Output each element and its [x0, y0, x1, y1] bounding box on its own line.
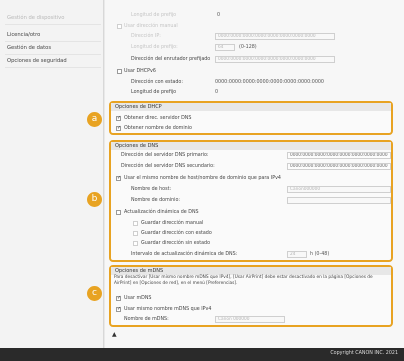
dns-primary-field[interactable]: 0000:0000:0000:0000:0000:0000:0000:0000: [287, 152, 391, 159]
same-mdns-name-checkbox[interactable]: ✓: [116, 307, 121, 312]
sidebar-item-device-management[interactable]: Gestión de dispositivo: [5, 12, 101, 25]
router-field[interactable]: 0000:0000:0000:0000:0000:0000:0000:0000: [215, 56, 335, 63]
prefix-range: (0-128): [239, 45, 257, 50]
ip-address-label: Dirección IP:: [131, 34, 161, 39]
dns-secondary-label: Dirección del servidor DNS secundario:: [121, 164, 215, 169]
dns-primary-label: Dirección del servidor DNS primario:: [121, 153, 209, 158]
save-stateless-checkbox[interactable]: [133, 241, 138, 246]
interval-label: Intervalo de actualización dinámica de D…: [131, 252, 238, 257]
dhcp-section-title: Opciones de DHCP: [111, 103, 391, 111]
same-host-label: Usar el mismo nombre de host/nombre de d…: [124, 176, 281, 181]
save-manual-label: Guardar dirección manual: [141, 221, 204, 226]
copyright-text: Copyright CANON INC. 2021: [330, 351, 398, 356]
interval-field[interactable]: 24: [287, 251, 307, 258]
use-mdns-checkbox[interactable]: ✓: [116, 296, 121, 301]
callout-badge-b: b: [87, 192, 102, 207]
obtain-dns-label: Obtener direc. servidor DNS: [124, 116, 192, 121]
prefix-label: Longitud de prefijo:: [131, 45, 178, 50]
dns-section-title: Opciones de DNS: [111, 142, 391, 150]
save-manual-checkbox[interactable]: [133, 221, 138, 226]
prefix-top-value: 0: [217, 13, 221, 18]
router-label: Dirección del enrutador prefijado: [131, 57, 211, 62]
callout-badge-c: c: [87, 286, 102, 301]
interval-unit: h (0-48): [310, 252, 330, 257]
domain-name-field[interactable]: [287, 197, 391, 204]
obtain-domain-label: Obtener nombre de dominio: [124, 126, 192, 131]
mdns-name-label: Nombre de mDNS:: [124, 317, 169, 322]
dhcpv6-label: Usar DHCPv6: [124, 69, 156, 74]
status-address-value: 0000:0000:0000:0000:0000:0000:0000:0000: [215, 80, 324, 85]
domain-name-label: Nombre de dominio:: [131, 198, 181, 203]
host-name-label: Nombre de host:: [131, 187, 172, 192]
callout-badge-a: a: [87, 112, 102, 127]
scroll-top-icon[interactable]: ▲: [112, 331, 117, 338]
obtain-dns-checkbox[interactable]: ✓: [116, 116, 121, 121]
same-host-checkbox[interactable]: ✓: [116, 176, 121, 181]
status-prefix-label: Longitud de prefijo: [131, 90, 177, 95]
status-address-label: Dirección con estado:: [131, 80, 183, 85]
host-name-field[interactable]: Canon000000: [287, 186, 391, 193]
obtain-domain-checkbox[interactable]: ✓: [116, 126, 121, 131]
mdns-name-field[interactable]: Canon 000000: [215, 316, 285, 323]
manual-address-label: Usar dirección manual: [124, 24, 178, 29]
dhcpv6-checkbox[interactable]: [117, 69, 122, 74]
prefix-field[interactable]: 64: [215, 44, 235, 51]
sidebar-item-license[interactable]: Licencia/otro: [5, 29, 101, 42]
dynamic-dns-label: Actualización dinámica de DNS: [124, 210, 199, 215]
footer-bar: Copyright CANON INC. 2021: [0, 348, 404, 361]
save-stateful-checkbox[interactable]: [133, 231, 138, 236]
save-stateless-label: Guardar dirección sin estado: [141, 241, 211, 246]
ip-address-field[interactable]: 0000:0000:0000:0000:0000:0000:0000:0000: [215, 33, 335, 40]
sidebar-item-data-management[interactable]: Gestión de datos: [5, 42, 101, 55]
mdns-note: Para desactivar [Usar mismo nombre mDNS …: [114, 275, 373, 286]
sidebar-item-security[interactable]: Opciones de seguridad: [5, 55, 101, 68]
save-stateful-label: Guardar dirección con estado: [141, 231, 212, 236]
app-window: Gestión de dispositivo Licencia/otro Ges…: [0, 0, 404, 361]
use-mdns-label: Usar mDNS: [124, 296, 152, 301]
mdns-section-title: Opciones de mDNS: [111, 267, 391, 275]
same-mdns-name-label: Usar mismo nombre mDNS que IPv4: [124, 307, 212, 312]
manual-address-checkbox[interactable]: [117, 24, 122, 29]
status-prefix-value: 0: [215, 90, 219, 95]
dynamic-dns-checkbox[interactable]: [116, 210, 121, 215]
dns-secondary-field[interactable]: 0000:0000:0000:0000:0000:0000:0000:0000: [287, 163, 391, 170]
prefix-top-label: Longitud de prefijo: [131, 13, 177, 18]
